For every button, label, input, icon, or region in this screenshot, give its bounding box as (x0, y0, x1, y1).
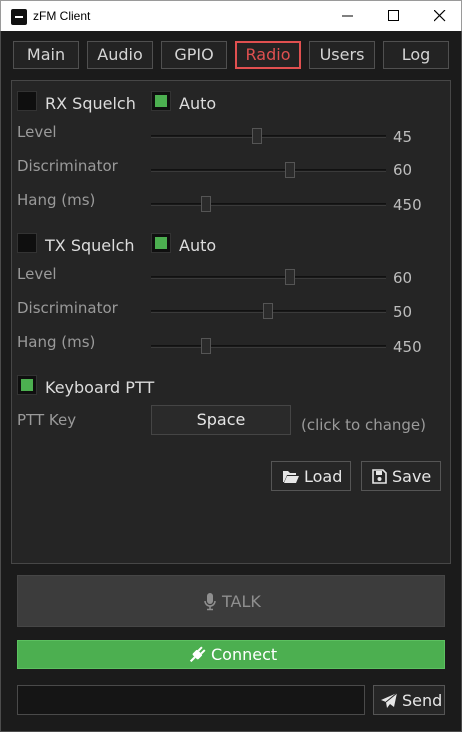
maximize-button[interactable] (371, 1, 417, 32)
tx-level-slider[interactable] (151, 269, 386, 285)
load-button[interactable]: Load (271, 461, 351, 491)
slider-handle[interactable] (285, 269, 295, 285)
send-button[interactable]: Send (373, 685, 445, 715)
ptt-key-hint: (click to change) (301, 416, 427, 434)
slider-track (151, 345, 386, 348)
save-button[interactable]: Save (361, 461, 441, 491)
connect-label: Connect (211, 645, 278, 664)
slider-track (151, 169, 386, 172)
send-label: Send (402, 691, 443, 710)
tx-level-value: 60 (393, 269, 413, 287)
paper-plane-icon (381, 692, 398, 708)
rx-squelch-checkbox[interactable] (17, 91, 37, 111)
tab-radio[interactable]: Radio (235, 41, 301, 69)
rx-hang-slider[interactable] (151, 196, 386, 212)
slider-handle[interactable] (285, 162, 295, 178)
close-icon (434, 10, 446, 22)
tab-main[interactable]: Main (13, 41, 79, 69)
microphone-icon (204, 593, 216, 611)
rx-auto-label: Auto (179, 94, 217, 113)
tx-auto-label: Auto (179, 236, 217, 255)
tx-discriminator-value: 50 (393, 303, 413, 321)
keyboard-ptt-label: Keyboard PTT (45, 378, 155, 397)
title-bar: zFM Client (0, 0, 462, 31)
tx-hang-value: 450 (393, 338, 422, 356)
tab-gpio[interactable]: GPIO (161, 41, 227, 69)
folder-open-icon (283, 471, 299, 483)
slider-handle[interactable] (201, 338, 211, 354)
rx-auto-checkbox[interactable] (151, 91, 171, 111)
tx-level-label: Level (17, 265, 57, 283)
ptt-key-button[interactable]: Space (151, 405, 291, 435)
tx-squelch-checkbox[interactable] (17, 233, 37, 253)
rx-discriminator-value: 60 (393, 161, 413, 179)
talk-label: TALK (222, 592, 261, 611)
tx-auto-checkbox[interactable] (151, 233, 171, 253)
tab-log[interactable]: Log (383, 41, 449, 69)
tx-discriminator-slider[interactable] (151, 303, 386, 319)
connect-button[interactable]: Connect (17, 640, 445, 669)
maximize-icon (388, 10, 399, 21)
plug-icon (189, 646, 206, 663)
tab-audio[interactable]: Audio (87, 41, 153, 69)
slider-handle[interactable] (263, 303, 273, 319)
tx-squelch-label: TX Squelch (45, 236, 135, 255)
rx-level-label: Level (17, 123, 57, 141)
minimize-button[interactable] (325, 1, 371, 32)
tx-hang-label: Hang (ms) (17, 333, 96, 351)
save-label: Save (392, 467, 432, 486)
rx-squelch-label: RX Squelch (45, 94, 136, 113)
rx-level-slider[interactable] (151, 128, 386, 144)
close-button[interactable] (417, 1, 462, 32)
ptt-key-label: PTT Key (17, 411, 77, 429)
floppy-disk-icon (372, 469, 387, 484)
slider-track (151, 203, 386, 206)
minimize-icon (342, 15, 353, 17)
slider-handle[interactable] (252, 128, 262, 144)
tx-hang-slider[interactable] (151, 338, 386, 354)
window-title: zFM Client (33, 9, 91, 23)
slider-track (151, 276, 386, 279)
tx-discriminator-label: Discriminator (17, 299, 118, 317)
rx-discriminator-label: Discriminator (17, 157, 118, 175)
slider-track (151, 135, 386, 138)
rx-discriminator-slider[interactable] (151, 162, 386, 178)
message-input[interactable] (17, 685, 365, 715)
load-label: Load (304, 467, 343, 486)
rx-hang-label: Hang (ms) (17, 191, 96, 209)
rx-level-value: 45 (393, 128, 413, 146)
rx-hang-value: 450 (393, 196, 422, 214)
tab-users[interactable]: Users (309, 41, 375, 69)
slider-handle[interactable] (201, 196, 211, 212)
talk-button[interactable]: TALK (17, 575, 445, 627)
keyboard-ptt-checkbox[interactable] (17, 375, 37, 395)
radio-settings-panel (11, 80, 451, 564)
app-icon (11, 9, 27, 25)
